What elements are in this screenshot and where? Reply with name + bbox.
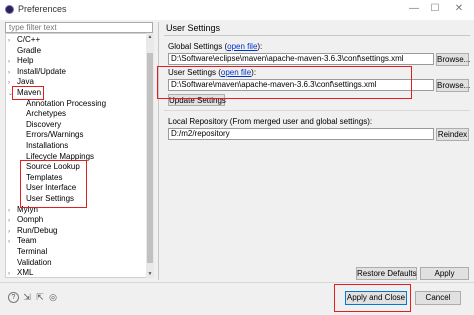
maximize-button[interactable]: ☐ — [427, 2, 443, 16]
highlight-user-settings — [20, 160, 87, 208]
scroll-up-icon[interactable]: ▲ — [146, 33, 154, 41]
tree-item-label: Oomph — [17, 215, 44, 225]
highlight-maven — [12, 86, 44, 100]
tree-item[interactable]: › C/C++ — [8, 35, 40, 45]
title-bar: Preferences — ☐ ✕ — [0, 0, 474, 20]
tree-item-label: Validation — [17, 257, 52, 267]
local-repository-field: D:/m2/repository — [168, 128, 434, 140]
global-open-file-link[interactable]: open file — [227, 42, 257, 51]
cancel-button[interactable]: Cancel — [415, 291, 461, 305]
tree-item[interactable]: › Run/Debug — [8, 226, 57, 236]
tree-item[interactable]: Discovery — [26, 120, 61, 130]
preference-tree: › C/C++ Gradle › Help › Install/Update › Java ⌄ Ma… — [5, 33, 153, 278]
eclipse-icon — [5, 5, 14, 14]
tree-item[interactable]: Installations — [26, 141, 68, 151]
export-icon[interactable]: ⇱ — [35, 292, 45, 302]
tree-item[interactable]: › XML — [8, 268, 34, 278]
tree-item-label: Help — [17, 56, 34, 66]
tree-item[interactable]: Errors/Warnings — [26, 130, 84, 140]
collapsed-chevron-icon[interactable]: › — [8, 227, 17, 237]
collapsed-chevron-icon[interactable]: › — [8, 57, 17, 67]
tree-item[interactable]: Validation — [8, 258, 52, 268]
section-separator — [164, 110, 470, 111]
scroll-down-icon[interactable]: ▼ — [146, 270, 154, 278]
tree-item-label: Team — [17, 236, 37, 246]
window-title: Preferences — [18, 4, 67, 14]
pane-divider[interactable] — [158, 22, 159, 280]
tree-item-label: XML — [17, 268, 34, 278]
settings-icon[interactable]: ◎ — [48, 292, 58, 302]
highlight-user-field — [157, 66, 412, 99]
tree-item-label: Terminal — [17, 247, 48, 256]
tree-item-label: Install/Update — [17, 66, 66, 76]
tree-item[interactable]: › Oomph — [8, 215, 43, 225]
collapsed-chevron-icon[interactable]: › — [8, 216, 17, 226]
tree-item[interactable]: Terminal — [8, 247, 47, 257]
tree-item[interactable]: Annotation Processing — [26, 99, 106, 109]
help-icon[interactable]: ? — [8, 292, 19, 303]
title-separator — [164, 35, 470, 36]
collapsed-chevron-icon[interactable]: › — [8, 237, 17, 247]
global-settings-field[interactable]: D:\Software\eclipse\maven\apache-maven-3… — [168, 53, 434, 65]
tree-item-label: Installations — [26, 141, 69, 150]
tree-item-label: Discovery — [26, 119, 62, 129]
user-browse-button[interactable]: Browse... — [436, 79, 470, 92]
restore-defaults-button[interactable]: Restore Defaults — [356, 267, 417, 280]
tree-item-label: Run/Debug — [17, 225, 58, 235]
tree-item-label: C/C++ — [17, 35, 41, 44]
tree-item-label: Archetypes — [26, 109, 67, 119]
collapsed-chevron-icon[interactable]: › — [8, 36, 17, 46]
tree-scrollbar[interactable]: ▲ ▼ — [146, 33, 154, 278]
global-settings-label: Global Settings (open file): — [168, 42, 263, 51]
tree-item[interactable]: Archetypes — [26, 109, 66, 119]
collapsed-chevron-icon[interactable]: › — [8, 269, 17, 277]
scroll-thumb[interactable] — [147, 53, 153, 263]
tree-item[interactable]: › Team — [8, 236, 37, 246]
close-button[interactable]: ✕ — [451, 2, 467, 16]
import-icon[interactable]: ⇲ — [22, 292, 32, 302]
local-repository-label: Local Repository (From merged user and g… — [168, 117, 373, 126]
page-title: User Settings — [166, 23, 221, 33]
tree-item[interactable]: › Help — [8, 56, 33, 66]
highlight-apply-close — [334, 284, 411, 312]
footer-separator — [0, 282, 474, 283]
tree-item[interactable]: › Install/Update — [8, 67, 66, 77]
tree-item-label: Errors/Warnings — [26, 130, 84, 140]
filter-input[interactable]: type filter text — [5, 22, 153, 33]
collapsed-chevron-icon[interactable]: › — [8, 206, 17, 216]
minimize-button[interactable]: — — [406, 2, 422, 16]
tree-item-label: Gradle — [17, 45, 42, 55]
tree-item[interactable]: Gradle — [8, 46, 41, 56]
global-browse-button[interactable]: Browse... — [436, 53, 470, 66]
collapsed-chevron-icon[interactable]: › — [8, 68, 17, 78]
apply-button[interactable]: Apply — [420, 267, 469, 280]
reindex-button[interactable]: Reindex — [436, 128, 469, 141]
